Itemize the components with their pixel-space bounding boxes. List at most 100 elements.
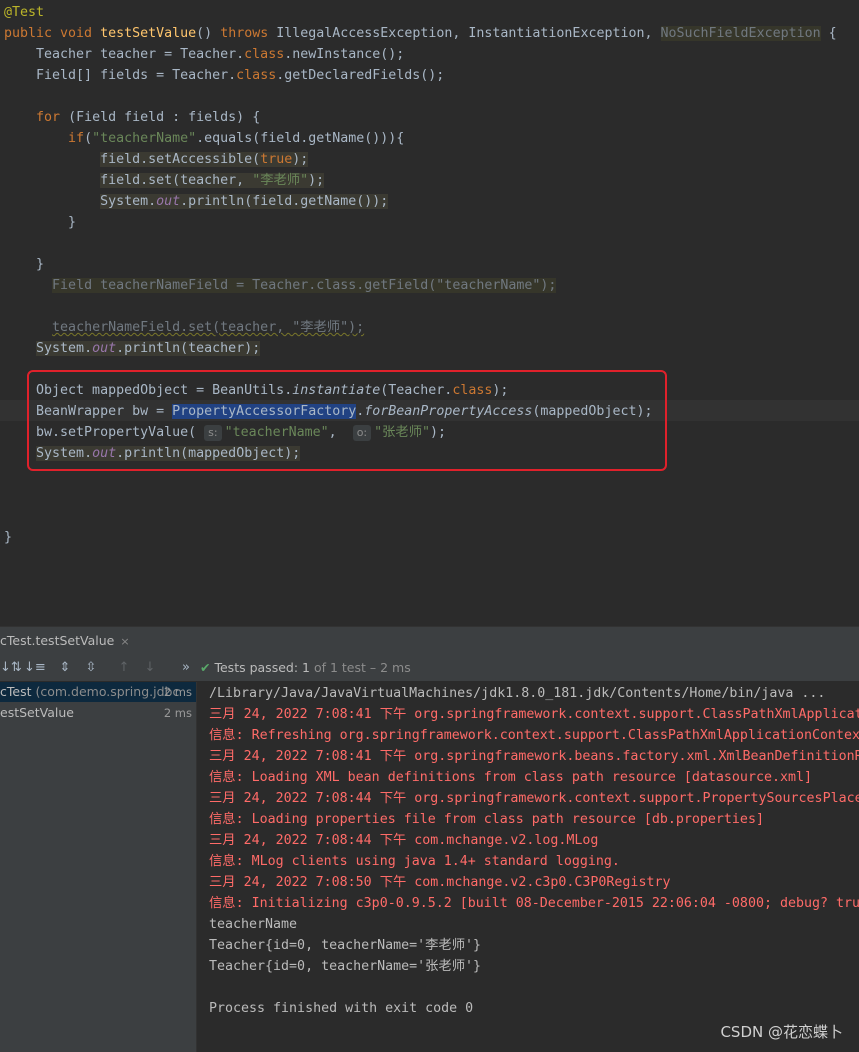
sort-duration-icon[interactable]: ↓≡ [24,659,46,677]
code-token: .equals(field.getName())){ [196,131,405,146]
code-token: @Test [4,5,45,20]
status-sub: of 1 test – 2 ms [309,660,411,675]
code-token: () [196,26,221,41]
code-token: "李老师" [252,173,309,188]
code-token: ); [292,152,309,167]
code-line[interactable]: public void testSetValue() throws Illega… [4,23,837,44]
run-tab-bar: cTest.testSetValue × [0,626,859,655]
code-line[interactable]: } [4,212,76,233]
close-icon[interactable]: × [120,635,129,648]
code-line[interactable]: teacherNameField.set(teacher, "李老师"); [4,317,364,338]
tree-item-duration: 2 ms [163,706,192,720]
code-token: System. [100,194,157,209]
code-token: IllegalAccessException, InstantiationExc… [276,26,661,41]
prev-failed-icon[interactable]: ↑ [115,659,133,677]
tree-item-duration: 2 ms [163,685,192,699]
code-token: { [820,26,837,41]
code-token: ( [84,131,93,146]
tree-item-package: (com.demo.spring.jdbc [31,684,180,699]
code-line[interactable]: System.out.println(teacher); [4,338,261,359]
code-token: if [68,131,85,146]
code-token: NoSuchFieldException [660,26,821,41]
console-line: Process finished with exit code 0 [209,1001,474,1016]
status-main: Tests passed: 1 [214,660,310,675]
code-token: } [4,215,77,230]
code-line[interactable]: Teacher teacher = Teacher.class.newInsta… [4,44,404,65]
console-line: 信息: Loading properties file from class p… [209,812,764,827]
code-token: public void [4,26,101,41]
code-line[interactable]: field.setAccessible(true); [4,149,309,170]
red-annotation-box [27,370,667,471]
console-output[interactable]: /Library/Java/JavaVirtualMachines/jdk1.8… [197,682,859,1052]
console-line: 三月 24, 2022 7:08:44 下午 org.springframewo… [209,791,859,806]
code-token: field.set(teacher, [100,173,253,188]
tree-item-class[interactable]: cTest (com.demo.spring.jdbc 2 ms [0,682,196,702]
console-line: 三月 24, 2022 7:08:41 下午 org.springframewo… [209,749,859,764]
code-line[interactable]: } [4,527,12,548]
code-token: .println(field.getName()); [180,194,389,209]
code-token: class [236,68,277,83]
console-line: 三月 24, 2022 7:08:41 下午 org.springframewo… [209,707,859,722]
console-line: Teacher{id=0, teacherName='张老师'} [209,959,482,974]
code-token: } [4,257,45,272]
code-line[interactable]: if("teacherName".equals(field.getName())… [4,128,404,149]
next-failed-icon[interactable]: ↓ [141,659,159,677]
code-token: true [260,152,293,167]
code-line[interactable]: } [4,254,44,275]
code-token: .getDeclaredFields(); [276,68,445,83]
sort-alpha-icon[interactable]: ↓⇅ [0,659,22,677]
code-token: Teacher teacher = Teacher. [4,47,245,62]
test-status: ✔ Tests passed: 1 of 1 test – 2 ms [200,655,411,681]
more-icon[interactable]: » [177,659,195,677]
tree-item-name: cTest [0,684,32,699]
expand-all-icon[interactable]: ⇕ [56,659,74,677]
code-token: } [4,530,13,545]
code-line[interactable]: for (Field field : fields) { [4,107,260,128]
console-line: 信息: Loading XML bean definitions from cl… [209,770,812,785]
code-token: for [36,110,61,125]
console-line: teacherName [209,917,298,932]
code-token: "teacherName" [92,131,197,146]
code-token: out [156,194,181,209]
code-token: out [92,341,117,356]
code-token: throws [220,26,277,41]
console-line: 信息: Refreshing org.springframework.conte… [209,728,859,743]
console-line: 信息: Initializing c3p0-0.9.5.2 [built 08-… [209,896,859,911]
test-tree: cTest (com.demo.spring.jdbc 2 ms estSetV… [0,682,196,1052]
code-token: Field teacherNameField = Teacher.class.g… [52,278,557,293]
code-token: System. [36,341,93,356]
code-token: (Field field : fields) { [60,110,261,125]
tree-item-method[interactable]: estSetValue 2 ms [0,703,196,723]
code-token: teacherNameField.set(teacher, "李老师"); [52,320,365,335]
code-token: .newInstance(); [284,47,405,62]
code-line[interactable]: field.set(teacher, "李老师"); [4,170,325,191]
code-token: ); [308,173,325,188]
test-runner-toolbar: ↓⇅ ↓≡ ⇕ ⇳ ↑ ↓ » ✔ Tests passed: 1 of 1 te… [0,655,859,681]
console-line: 三月 24, 2022 7:08:44 下午 com.mchange.v2.lo… [209,833,599,848]
code-line[interactable]: Field teacherNameField = Teacher.class.g… [4,275,557,296]
tree-item-name: estSetValue [0,705,74,720]
code-line[interactable]: @Test [4,2,44,23]
code-editor[interactable]: @Test public void testSetValue() throws I… [0,0,859,626]
code-token: testSetValue [100,26,197,41]
watermark: CSDN @花恋蝶卜 [720,1023,843,1041]
code-token: .println(teacher); [116,341,261,356]
run-tab[interactable]: cTest.testSetValue × [0,627,138,655]
console-line: 三月 24, 2022 7:08:50 下午 com.mchange.v2.c3… [209,875,671,890]
collapse-all-icon[interactable]: ⇳ [82,659,100,677]
code-line[interactable]: Field[] fields = Teacher.class.getDeclar… [4,65,444,86]
code-line[interactable]: System.out.println(field.getName()); [4,191,389,212]
code-token: class [244,47,285,62]
console-line: /Library/Java/JavaVirtualMachines/jdk1.8… [209,686,826,701]
console-line: 信息: MLog clients using java 1.4+ standar… [209,854,620,869]
run-tab-label: cTest.testSetValue [0,633,115,648]
check-icon: ✔ [200,660,211,675]
